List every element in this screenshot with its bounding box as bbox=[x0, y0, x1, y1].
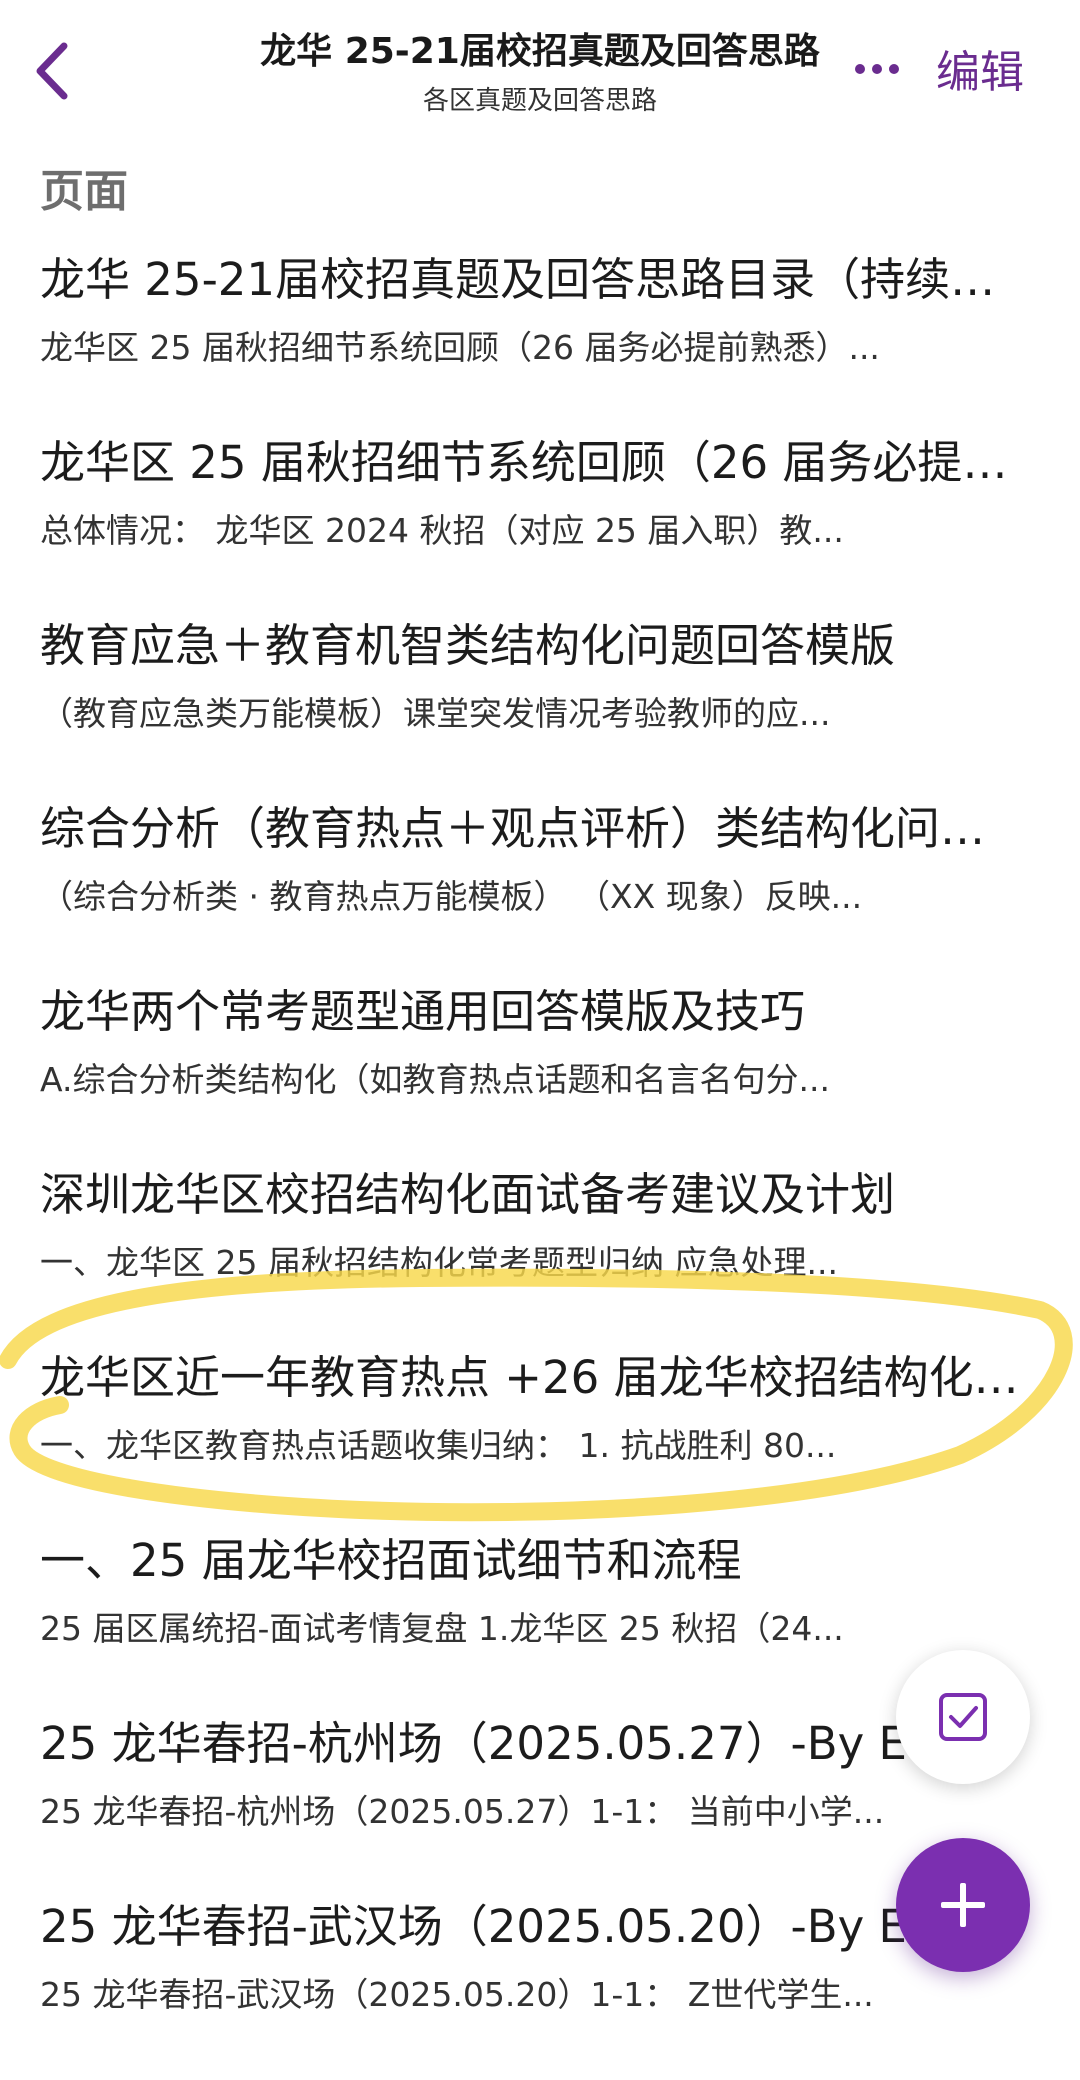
page-item-title: 一、25 届龙华校招面试细节和流程 bbox=[40, 1534, 742, 1587]
page-list-item[interactable]: 龙华区 25 届秋招细节系统回顾（26 届务必提前熟悉） 总体情况： 龙华区 2… bbox=[0, 433, 1080, 616]
section-heading-pages: 页面 bbox=[40, 166, 128, 217]
page-item-preview: 25 届区属统招-面试考情复盘 1.龙华区 25 秋招（24... bbox=[40, 1609, 844, 1648]
page-subtitle: 各区真题及回答思路 bbox=[422, 86, 657, 116]
page-item-preview: （教育应急类万能模板）课堂突发情况考验教师的应... bbox=[40, 694, 831, 733]
page-item-title: 25 龙华春招-杭州场（2025.05.27）-By Ella bbox=[40, 1717, 960, 1770]
more-button[interactable] bbox=[852, 44, 902, 94]
page-item-preview: A.综合分析类结构化（如教育热点话题和名言名句分... bbox=[40, 1060, 830, 1099]
tasks-fab-button[interactable] bbox=[896, 1650, 1030, 1784]
page-list-item[interactable]: 龙华区近一年教育热点 +26 届龙华校招结构化预测 一、龙华区教育热点话题收集归… bbox=[0, 1348, 1080, 1531]
page-list-item[interactable]: 教育应急＋教育机智类结构化问题回答模版 （教育应急类万能模板）课堂突发情况考验教… bbox=[0, 616, 1080, 799]
page-item-title: 25 龙华春招-武汉场（2025.05.20）-By Ella bbox=[40, 1900, 960, 1953]
page-item-title: 深圳龙华区校招结构化面试备考建议及计划 bbox=[40, 1168, 896, 1221]
more-horizontal-icon bbox=[855, 64, 899, 74]
page-item-preview: 一、龙华区 25 届秋招结构化常考题型归纳 应急处理... bbox=[40, 1243, 838, 1282]
page-title: 龙华 25-21届校招真题及回答思路 bbox=[260, 31, 820, 72]
page-item-preview: 龙华区 25 届秋招细节系统回顾（26 届务必提前熟悉）... bbox=[40, 328, 880, 367]
page-item-title: 龙华两个常考题型通用回答模版及技巧 bbox=[40, 985, 806, 1038]
page-item-preview: （综合分析类 · 教育热点万能模板） （XX 现象）反映... bbox=[40, 877, 863, 916]
page-list-item[interactable]: 深圳龙华区校招结构化面试备考建议及计划 一、龙华区 25 届秋招结构化常考题型归… bbox=[0, 1165, 1080, 1348]
page-item-title: 教育应急＋教育机智类结构化问题回答模版 bbox=[40, 619, 896, 672]
page-item-preview: 25 龙华春招-武汉场（2025.05.20）1-1： Z世代学生... bbox=[40, 1975, 874, 2014]
page-item-preview: 总体情况： 龙华区 2024 秋招（对应 25 届入职）教... bbox=[40, 511, 844, 550]
page-item-title: 综合分析（教育热点＋观点评析）类结构化问题回答模版 bbox=[40, 802, 1030, 855]
page-list-item[interactable]: 龙华 25-21届校招真题及回答思路目录（持续更新） 龙华区 25 届秋招细节系… bbox=[0, 250, 1080, 433]
add-page-fab-button[interactable] bbox=[896, 1838, 1030, 1972]
page-item-title: 龙华 25-21届校招真题及回答思路目录（持续更新） bbox=[40, 253, 1030, 306]
page-list-item[interactable]: 龙华两个常考题型通用回答模版及技巧 A.综合分析类结构化（如教育热点话题和名言名… bbox=[0, 982, 1080, 1165]
page-item-preview: 一、龙华区教育热点话题收集归纳： 1. 抗战胜利 80... bbox=[40, 1426, 837, 1465]
page-item-preview: 25 龙华春招-杭州场（2025.05.27）1-1： 当前中小学... bbox=[40, 1792, 885, 1831]
top-app-bar: 龙华 25-21届校招真题及回答思路 各区真题及回答思路 编辑 bbox=[0, 0, 1080, 140]
edit-button[interactable]: 编辑 bbox=[936, 36, 1024, 100]
checkbox-checked-icon bbox=[939, 1693, 987, 1741]
page-item-title: 龙华区 25 届秋招细节系统回顾（26 届务必提前熟悉） bbox=[40, 436, 1030, 489]
page-list-item[interactable]: 综合分析（教育热点＋观点评析）类结构化问题回答模版 （综合分析类 · 教育热点万… bbox=[0, 799, 1080, 982]
page-list: 龙华 25-21届校招真题及回答思路目录（持续更新） 龙华区 25 届秋招细节系… bbox=[0, 250, 1080, 2080]
page-item-title: 龙华区近一年教育热点 +26 届龙华校招结构化预测 bbox=[40, 1351, 1030, 1404]
